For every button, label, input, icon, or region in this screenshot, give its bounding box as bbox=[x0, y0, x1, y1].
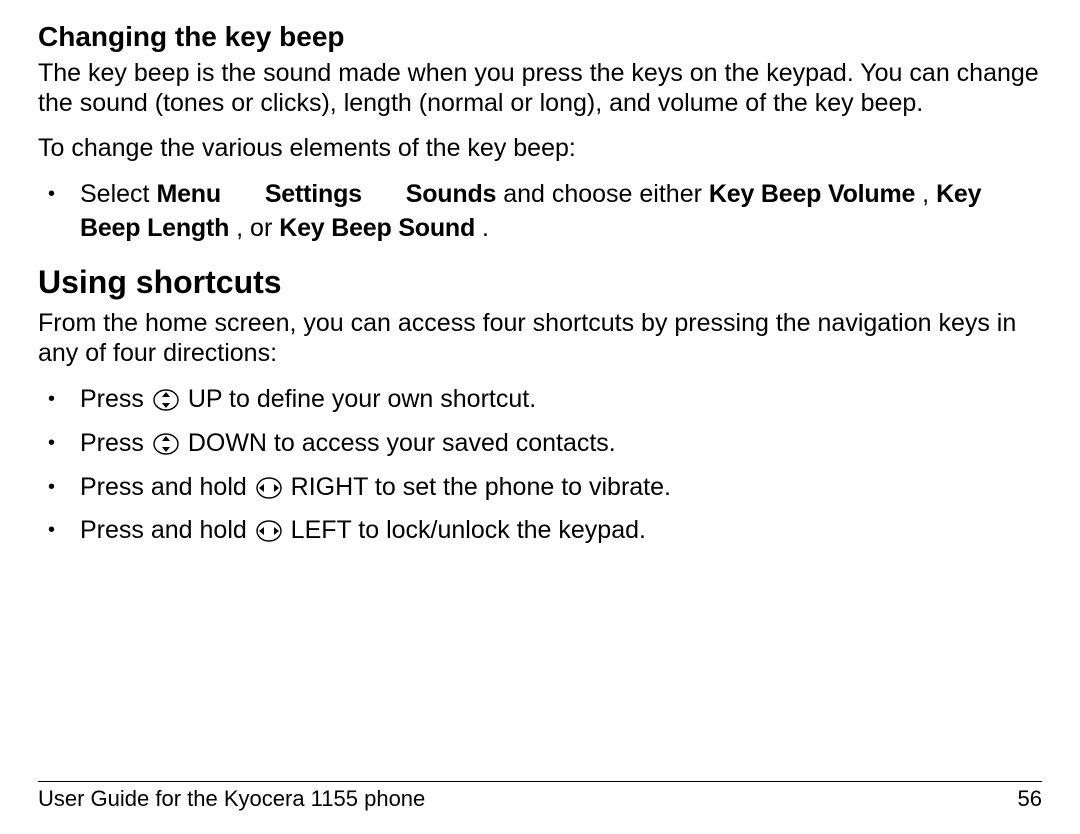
page-footer: User Guide for the Kyocera 1155 phone 56 bbox=[38, 781, 1042, 812]
heading-using-shortcuts: Using shortcuts bbox=[38, 263, 1042, 301]
footer-guide-title: User Guide for the Kyocera 1155 phone bbox=[38, 786, 425, 812]
text-or: , or bbox=[236, 214, 279, 242]
text-press-hold: Press and hold bbox=[80, 473, 254, 501]
text-press-hold: Press and hold bbox=[80, 516, 254, 544]
menu-path-settings: Settings bbox=[265, 180, 362, 208]
list-item: Select Menu Settings Sounds and choose e… bbox=[38, 178, 1042, 246]
page-number: 56 bbox=[1018, 786, 1042, 812]
page: Changing the key beep The key beep is th… bbox=[0, 0, 1080, 834]
menu-path-sounds: Sounds bbox=[406, 180, 496, 208]
paragraph-shortcuts-intro: From the home screen, you can access fou… bbox=[38, 308, 1042, 370]
bullet-list-shortcuts: Press UP to define your own shortcut. Pr… bbox=[38, 383, 1042, 552]
list-item: Press DOWN to access your saved contacts… bbox=[38, 427, 1042, 465]
footer-divider bbox=[38, 781, 1042, 782]
list-item: Press UP to define your own shortcut. bbox=[38, 383, 1042, 421]
paragraph-key-beep-description: The key beep is the sound made when you … bbox=[38, 58, 1042, 120]
text-up-define: UP to define your own shortcut. bbox=[188, 385, 536, 413]
nav-key-up-down-icon bbox=[153, 431, 179, 465]
text-comma: , bbox=[922, 180, 936, 208]
option-key-beep-sound: Key Beep Sound bbox=[279, 214, 475, 242]
list-item: Press and hold LEFT to lock/unlock the k… bbox=[38, 514, 1042, 552]
text-press: Press bbox=[80, 429, 151, 457]
option-key-beep-volume: Key Beep Volume bbox=[709, 180, 915, 208]
bullet-list-key-beep: Select Menu Settings Sounds and choose e… bbox=[38, 178, 1042, 246]
text-left-lock: LEFT to lock/unlock the keypad. bbox=[291, 516, 646, 544]
text-and-choose: and choose either bbox=[503, 180, 709, 208]
list-item: Press and hold RIGHT to set the phone to… bbox=[38, 471, 1042, 509]
nav-key-up-down-icon bbox=[153, 387, 179, 421]
text-press: Press bbox=[80, 385, 151, 413]
heading-changing-key-beep: Changing the key beep bbox=[38, 20, 1042, 54]
nav-key-left-right-icon bbox=[256, 475, 282, 509]
menu-path-menu: Menu bbox=[156, 180, 220, 208]
text-down-contacts: DOWN to access your saved contacts. bbox=[188, 429, 616, 457]
text-period: . bbox=[482, 214, 489, 242]
nav-key-left-right-icon bbox=[256, 518, 282, 552]
paragraph-to-change: To change the various elements of the ke… bbox=[38, 133, 1042, 164]
text-right-vibrate: RIGHT to set the phone to vibrate. bbox=[291, 473, 671, 501]
text-select: Select bbox=[80, 180, 149, 208]
